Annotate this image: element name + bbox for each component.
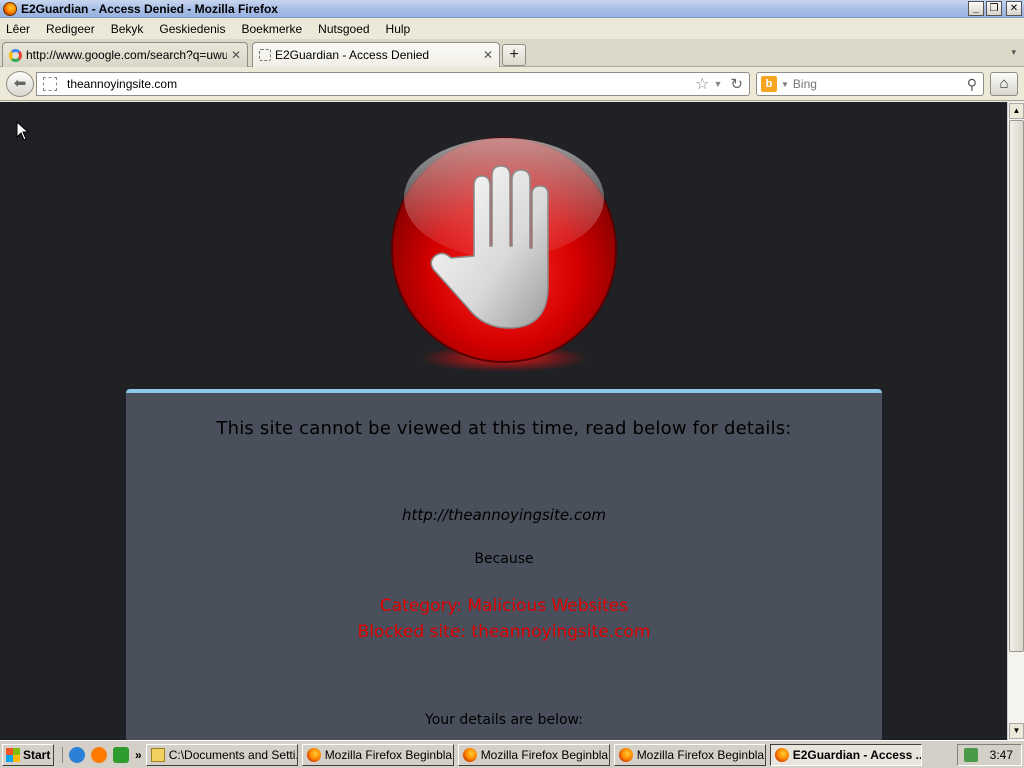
scrollbar-thumb[interactable] — [1009, 120, 1024, 652]
vertical-scrollbar[interactable]: ▲ ▼ — [1007, 102, 1024, 740]
firefox-logo-icon — [3, 1, 17, 16]
tab-label: http://www.google.com/search?q=uwu&... — [26, 48, 227, 62]
google-icon — [9, 48, 22, 62]
mouse-cursor-icon — [16, 121, 30, 141]
menu-bar: Lêer Redigeer Bekyk Geskiedenis Boekmerk… — [0, 19, 1024, 39]
tab-strip: http://www.google.com/search?q=uwu&... ✕… — [0, 39, 1024, 67]
access-denied-panel: This site cannot be viewed at this time,… — [126, 389, 882, 740]
tab-list-chevron-icon[interactable]: ▾ — [1011, 47, 1016, 58]
reload-icon[interactable]: ↻ — [730, 75, 743, 93]
window-controls: _ ❐ ✕ — [968, 1, 1022, 16]
search-bar[interactable]: b ▼ ⚲ — [756, 72, 984, 96]
firefox-icon — [618, 747, 633, 762]
start-label: Start — [23, 747, 51, 762]
menu-file[interactable]: Lêer — [6, 22, 30, 36]
taskbar-button-e2guardian[interactable]: E2Guardian - Access ... — [769, 743, 922, 766]
scroll-down-arrow-icon[interactable]: ▼ — [1009, 723, 1024, 739]
menu-bookmarks[interactable]: Boekmerke — [241, 22, 302, 36]
close-tab-icon[interactable]: ✕ — [231, 48, 241, 62]
firefox-icon — [306, 747, 321, 762]
task-label: E2Guardian - Access ... — [792, 747, 922, 762]
back-arrow-icon: ⬅ — [13, 75, 27, 92]
network-tray-icon[interactable] — [963, 747, 978, 762]
page-content: This site cannot be viewed at this time,… — [0, 102, 1007, 740]
menu-help[interactable]: Hulp — [386, 22, 411, 36]
bing-engine-icon[interactable]: b — [761, 76, 777, 92]
close-window-button[interactable]: ✕ — [1006, 1, 1022, 16]
navigation-bar: ⬅ theannoyingsite.com ☆ ▼ ↻ b ▼ ⚲ ⌂ — [0, 67, 1024, 101]
menu-tools[interactable]: Nutsgoed — [318, 22, 369, 36]
show-desktop-icon[interactable] — [113, 746, 129, 763]
blank-page-icon — [259, 49, 271, 61]
taskbar-button-explorer[interactable]: C:\Documents and Setti... — [145, 743, 298, 766]
quicklaunch-more-icon[interactable]: » — [135, 748, 142, 762]
quick-launch: » — [62, 746, 142, 763]
site-identity-icon[interactable] — [43, 77, 57, 91]
task-label: C:\Documents and Setti... — [168, 747, 298, 762]
home-button[interactable]: ⌂ — [990, 72, 1018, 96]
taskbar-button-firefox[interactable]: Mozilla Firefox Beginbla... — [457, 743, 610, 766]
your-details-label: Your details are below: — [425, 712, 583, 728]
page-heading: This site cannot be viewed at this time,… — [216, 418, 792, 439]
close-tab-icon[interactable]: ✕ — [483, 48, 493, 62]
scroll-up-arrow-icon[interactable]: ▲ — [1009, 103, 1024, 119]
taskbar-button-firefox[interactable]: Mozilla Firefox Beginbla... — [301, 743, 454, 766]
restore-button[interactable]: ❐ — [986, 1, 1002, 16]
tab-label: E2Guardian - Access Denied — [275, 48, 430, 62]
start-button[interactable]: Start — [2, 743, 54, 766]
search-icon[interactable]: ⚲ — [967, 76, 977, 93]
menu-edit[interactable]: Redigeer — [46, 22, 95, 36]
blocked-site: Blocked site: theannoyingsite.com — [357, 622, 651, 642]
window-titlebar: E2Guardian - Access Denied - Mozilla Fir… — [0, 0, 1024, 18]
menu-view[interactable]: Bekyk — [111, 22, 144, 36]
firefox-icon — [462, 747, 477, 762]
folder-icon — [150, 747, 165, 762]
block-category: Category: Malicious Websites — [379, 596, 629, 616]
new-tab-button[interactable]: + — [502, 44, 526, 66]
search-input[interactable] — [792, 77, 967, 91]
task-label: Mozilla Firefox Beginbla... — [480, 747, 610, 762]
stop-hand-icon — [391, 137, 617, 372]
because-label: Because — [474, 551, 534, 567]
clock[interactable]: 3:47 — [990, 748, 1013, 762]
windows-logo-icon — [6, 747, 20, 762]
minimize-button[interactable]: _ — [968, 1, 984, 16]
tab-google-search[interactable]: http://www.google.com/search?q=uwu&... ✕ — [2, 42, 248, 67]
firefox-quicklaunch-icon[interactable] — [91, 746, 107, 763]
task-label: Mozilla Firefox Beginbla... — [636, 747, 766, 762]
url-bar[interactable]: theannoyingsite.com ☆ ▼ ↻ — [36, 72, 750, 96]
engine-dropdown-icon[interactable]: ▼ — [781, 80, 789, 89]
url-input[interactable]: theannoyingsite.com — [67, 77, 695, 91]
taskbar-button-firefox[interactable]: Mozilla Firefox Beginbla... — [613, 743, 766, 766]
home-icon: ⌂ — [999, 75, 1009, 92]
blocked-url: http://theannoyingsite.com — [402, 506, 606, 524]
tab-access-denied[interactable]: E2Guardian - Access Denied ✕ — [252, 42, 500, 67]
back-button[interactable]: ⬅ — [6, 71, 34, 97]
history-dropdown-icon[interactable]: ▼ — [714, 79, 723, 89]
task-label: Mozilla Firefox Beginbla... — [324, 747, 454, 762]
firefox-icon — [774, 747, 789, 762]
window-title: E2Guardian - Access Denied - Mozilla Fir… — [21, 1, 278, 16]
menu-history[interactable]: Geskiedenis — [159, 22, 225, 36]
bookmark-star-icon[interactable]: ☆ — [695, 74, 709, 94]
system-tray: 3:47 — [956, 743, 1022, 766]
windows-taskbar: Start » C:\Documents and Setti... Mozill… — [0, 740, 1024, 768]
internet-explorer-icon[interactable] — [69, 746, 85, 763]
